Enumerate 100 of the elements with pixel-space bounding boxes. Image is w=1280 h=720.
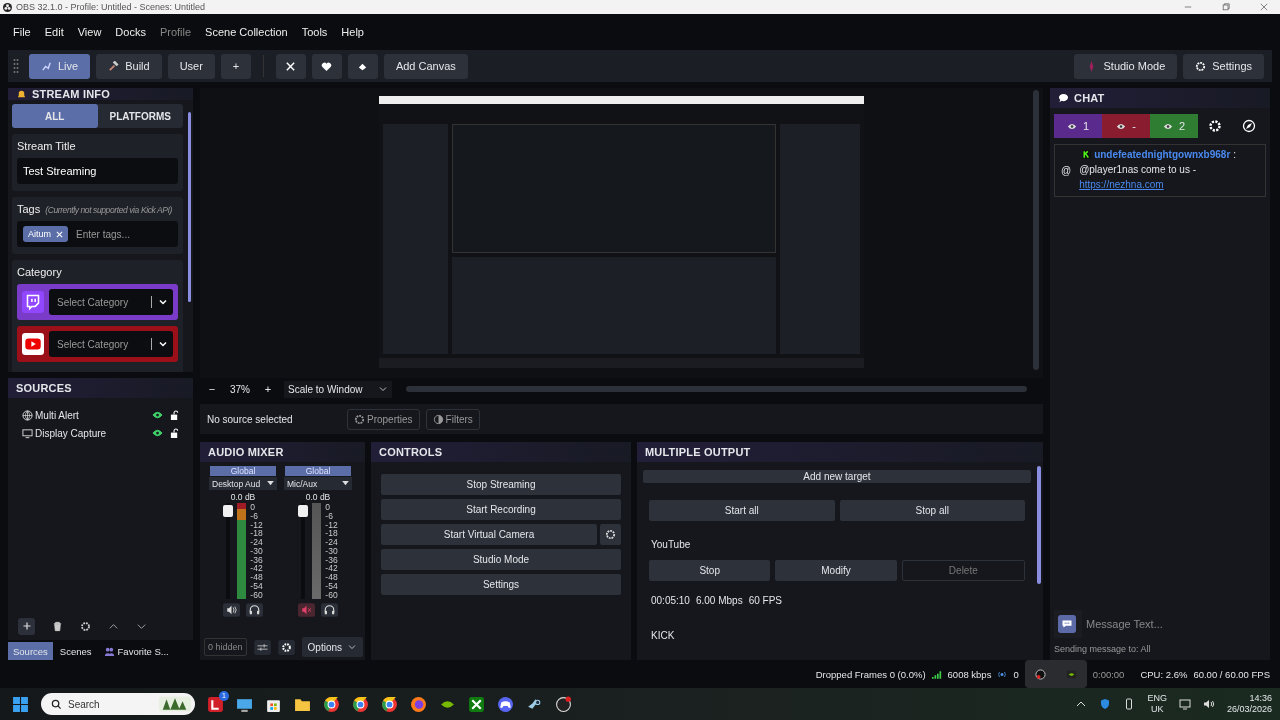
mode-button[interactable]: User [167, 53, 215, 79]
studio-mode-button[interactable]: Studio Mode [1074, 53, 1178, 79]
tab[interactable]: PLATFORMS [97, 104, 183, 128]
padlock-icon[interactable] [170, 427, 179, 439]
eye-icon[interactable] [152, 411, 163, 419]
options-dropdown[interactable]: Options [301, 637, 363, 657]
menu-item[interactable]: File [13, 26, 31, 38]
stop-all-button[interactable]: Stop all [839, 500, 1025, 521]
tags-field[interactable]: Aitum Enter tags... [17, 221, 178, 247]
browser-icon[interactable] [323, 695, 340, 713]
menu-item[interactable]: Scene Collection [205, 26, 288, 38]
app-logo-icon[interactable] [1034, 668, 1046, 680]
stat-text: 6.00 Mbps [695, 595, 743, 606]
stream-title-field[interactable]: Test Streaming [17, 158, 178, 184]
scale-label: -18 [325, 529, 338, 538]
filters-button[interactable]: Filters [425, 408, 480, 430]
search-field[interactable]: Search [41, 693, 195, 715]
language-indicator[interactable]: ENG UK [1147, 693, 1167, 715]
source-item[interactable]: Multi Alert [22, 408, 179, 422]
shield-icon[interactable] [1099, 698, 1112, 710]
headphones-icon[interactable] [321, 603, 338, 617]
scale-label: -60 [325, 590, 338, 599]
control-button[interactable]: Stop Streaming [381, 474, 621, 495]
camera-settings-button[interactable] [600, 524, 621, 545]
start-all-button[interactable]: Start all [649, 500, 835, 521]
platform-badge-icon [1082, 150, 1092, 159]
app-letter-icon[interactable] [207, 695, 224, 713]
eye-icon[interactable] [152, 429, 163, 437]
target-button[interactable]: Stop [649, 560, 771, 581]
settings-icon[interactable] [277, 639, 295, 655]
menu-item[interactable]: View [77, 26, 102, 38]
menu-item[interactable]: Tools [301, 26, 328, 38]
target-name: YouTube [650, 539, 692, 550]
add-mode-button[interactable]: + [220, 53, 251, 79]
compass-icon[interactable] [1242, 119, 1256, 133]
scale-label: -30 [325, 546, 338, 556]
window-title: OBS 32.1.0 - Profile: Untitled - Scenes: Untitled [16, 2, 207, 12]
mode-button[interactable]: Build [96, 53, 162, 79]
headphones-icon[interactable] [246, 603, 263, 617]
category-dropdown[interactable]: Select Category [49, 289, 173, 315]
heart-icon [321, 60, 333, 72]
menu-item[interactable]: Docks [115, 26, 146, 38]
group-label: Global [285, 466, 351, 476]
heart-button[interactable] [311, 53, 342, 79]
zoom-in-button[interactable]: + [260, 381, 276, 397]
target-name: KICK [650, 630, 676, 641]
tab[interactable]: ALL [12, 104, 98, 128]
message-link[interactable]: https://nezhna.com [1079, 179, 1164, 190]
scale-dropdown[interactable]: Scale to Window [284, 380, 392, 398]
game-controller-icon[interactable] [497, 695, 514, 713]
settings-button[interactable]: Settings [1183, 53, 1264, 79]
menu-item[interactable]: Help [341, 26, 364, 38]
settings-icon[interactable] [80, 620, 91, 632]
chat-username[interactable]: undefeatednightgownxb968r [1094, 149, 1231, 160]
mode-button[interactable]: Live [29, 53, 91, 79]
slider-thumb[interactable] [298, 505, 309, 518]
start-icon[interactable] [12, 695, 29, 713]
tag-chip[interactable]: Aitum [23, 226, 68, 242]
add-canvas-button[interactable]: Add Canvas [383, 53, 468, 79]
monitor-icon [22, 427, 33, 439]
browser-icon[interactable] [352, 695, 369, 713]
source-item[interactable]: Display Capture [22, 426, 179, 440]
control-button[interactable]: Settings [381, 574, 621, 595]
slider-thumb[interactable] [223, 505, 234, 518]
target-button[interactable]: Modify [775, 560, 897, 581]
swap-button[interactable] [347, 53, 378, 79]
eye-logo-icon[interactable] [1065, 668, 1077, 680]
properties-button[interactable]: Properties [347, 408, 420, 430]
speaker-icon[interactable] [223, 603, 240, 617]
sliders-icon[interactable] [253, 639, 271, 655]
restore-icon[interactable] [1222, 3, 1230, 11]
category-dropdown[interactable]: Select Category [49, 331, 173, 357]
channel-dropdown[interactable]: Mic/Aux [284, 477, 352, 490]
app-logo-icon[interactable] [555, 695, 572, 713]
scale-label: -24 [325, 538, 338, 547]
close-icon[interactable] [1260, 3, 1268, 11]
control-button[interactable]: Studio Mode [381, 549, 621, 570]
add-source-button[interactable] [18, 617, 35, 635]
x-logo-icon[interactable] [468, 695, 485, 713]
drag-handle-icon[interactable] [13, 58, 19, 74]
trash-icon[interactable] [52, 620, 63, 632]
dock-tab[interactable]: Sources [8, 642, 53, 660]
tools-button[interactable] [275, 53, 306, 79]
channel-dropdown[interactable]: Desktop Aud [209, 477, 277, 490]
dock-tab[interactable]: Scenes [54, 642, 97, 660]
dock-tab[interactable]: Favorite S... [98, 642, 174, 660]
clock[interactable]: 14:36 26/03/2026 [1226, 693, 1272, 715]
control-button[interactable]: Start Virtual Camera [381, 524, 597, 545]
volume-slider[interactable] [223, 503, 234, 599]
zoom-out-button[interactable]: − [204, 381, 220, 397]
control-button[interactable]: Start Recording [381, 499, 621, 520]
add-target-button[interactable]: Add new target [643, 470, 1031, 483]
browser-icon[interactable] [381, 695, 398, 713]
scale-label: -54 [250, 581, 263, 591]
message-field[interactable]: Message Text... [1082, 610, 1266, 638]
padlock-icon[interactable] [170, 409, 179, 421]
network-icon[interactable] [1178, 698, 1191, 710]
menu-item[interactable]: Edit [44, 26, 64, 38]
speaker-icon[interactable] [1202, 698, 1215, 710]
volume-slider[interactable] [298, 503, 309, 599]
